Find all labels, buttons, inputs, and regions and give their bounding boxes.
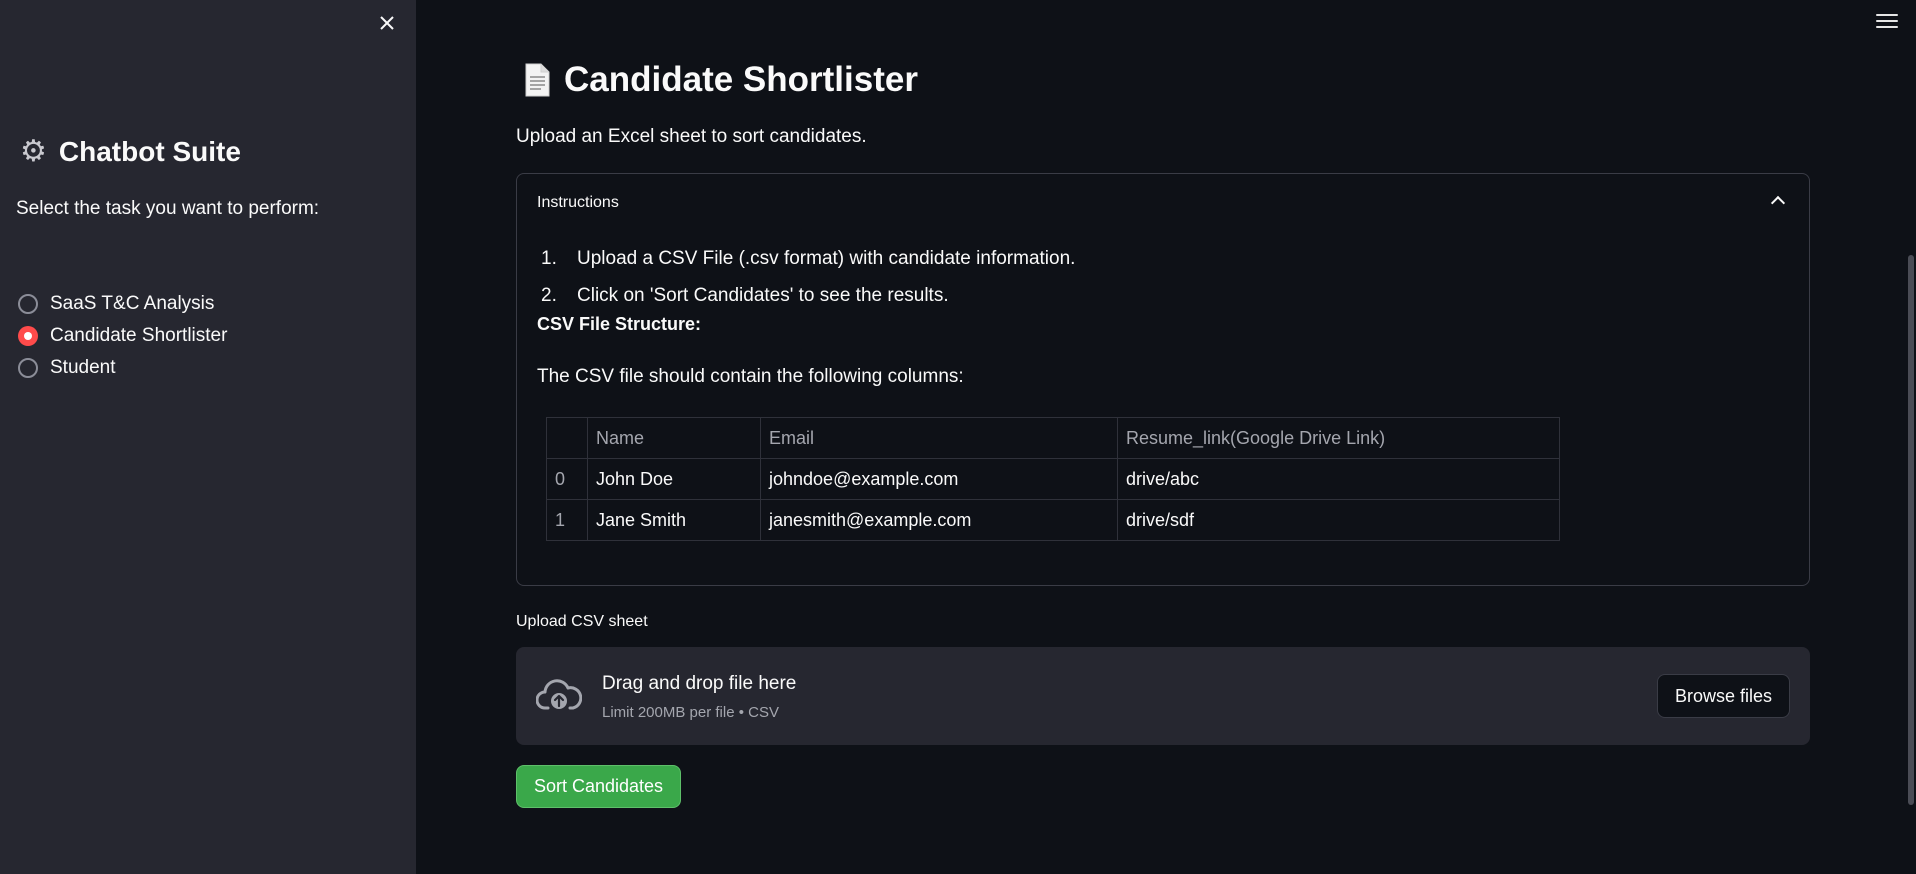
csv-example-table: Name Email Resume_link(Google Drive Link… [546,417,1560,541]
table-cell-name: Jane Smith [587,499,761,541]
hamburger-menu-icon [1876,14,1898,16]
document-icon [525,63,550,97]
csv-structure-heading: CSV File Structure: [537,314,702,334]
app-root: ⚙ Chatbot Suite Select the task you want… [0,0,1916,874]
table-cell-name: John Doe [587,458,761,500]
radio-label: Student [50,357,116,378]
table-cell-email: johndoe@example.com [760,458,1118,500]
radio-label: SaaS T&C Analysis [50,293,215,314]
table-header-email: Email [760,417,1118,459]
radio-button-selected[interactable] [18,326,38,346]
table-header-name: Name [587,417,761,459]
scrollbar[interactable] [1908,255,1914,805]
task-radio-group: SaaS T&C Analysis Candidate Shortlister … [18,288,227,384]
sidebar-title-text: Chatbot Suite [58,136,241,167]
table-header-resume-link: Resume_link(Google Drive Link) [1117,417,1560,459]
expander-label: Instructions [537,194,619,211]
table-cell-email: janesmith@example.com [760,499,1118,541]
instructions-expander: Instructions 1. Upload a CSV File (.csv … [516,173,1810,586]
list-item: 2. Click on 'Sort Candidates' to see the… [541,277,1075,314]
sidebar-subtitle: Select the task you want to perform: [16,198,320,219]
dropzone-limit: Limit 200MB per file • CSV [602,704,779,721]
table-row: 1 Jane Smith janesmith@example.com drive… [546,499,1560,541]
step-number: 2. [541,284,557,306]
table-cell-index: 1 [546,499,588,541]
chevron-up-icon [1770,195,1786,211]
radio-button[interactable] [18,294,38,314]
radio-option-student[interactable]: Student [18,352,227,384]
page-title: Candidate Shortlister [524,60,918,100]
upload-label: Upload CSV sheet [516,613,648,630]
table-header-row: Name Email Resume_link(Google Drive Link… [546,417,1560,459]
page-description: Upload an Excel sheet to sort candidates… [516,126,867,147]
list-item: 1. Upload a CSV File (.csv format) with … [541,240,1075,277]
cloud-upload-icon [536,679,582,710]
instruction-steps: 1. Upload a CSV File (.csv format) with … [541,240,1075,314]
file-dropzone[interactable]: Drag and drop file here Limit 200MB per … [516,647,1810,745]
close-icon [380,16,394,30]
page-title-text: Candidate Shortlister [564,60,918,99]
table-cell-resume-link: drive/sdf [1117,499,1560,541]
sort-candidates-button[interactable]: Sort Candidates [516,765,681,808]
hamburger-line [1876,20,1898,22]
table-cell-index: 0 [546,458,588,500]
table-cell-resume-link: drive/abc [1117,458,1560,500]
step-text: Click on 'Sort Candidates' to see the re… [577,284,949,306]
table-header-index [546,417,588,459]
close-sidebar-button[interactable] [374,10,400,36]
browse-files-button[interactable]: Browse files [1657,674,1790,718]
step-number: 1. [541,247,557,269]
main-menu-button[interactable] [1876,12,1898,30]
radio-option-candidate-shortlister[interactable]: Candidate Shortlister [18,320,227,352]
dropzone-title: Drag and drop file here [602,673,797,694]
radio-button[interactable] [18,358,38,378]
sidebar-title: ⚙ Chatbot Suite [20,136,241,168]
step-text: Upload a CSV File (.csv format) with can… [577,247,1076,269]
instructions-expander-header[interactable]: Instructions [517,174,1809,230]
csv-structure-description: The CSV file should contain the followin… [537,366,964,387]
radio-option-saas[interactable]: SaaS T&C Analysis [18,288,227,320]
table-row: 0 John Doe johndoe@example.com drive/abc [546,458,1560,500]
radio-label: Candidate Shortlister [50,325,228,346]
hamburger-line [1876,26,1898,28]
gear-icon: ⚙ [20,135,47,168]
sidebar: ⚙ Chatbot Suite Select the task you want… [0,0,416,874]
